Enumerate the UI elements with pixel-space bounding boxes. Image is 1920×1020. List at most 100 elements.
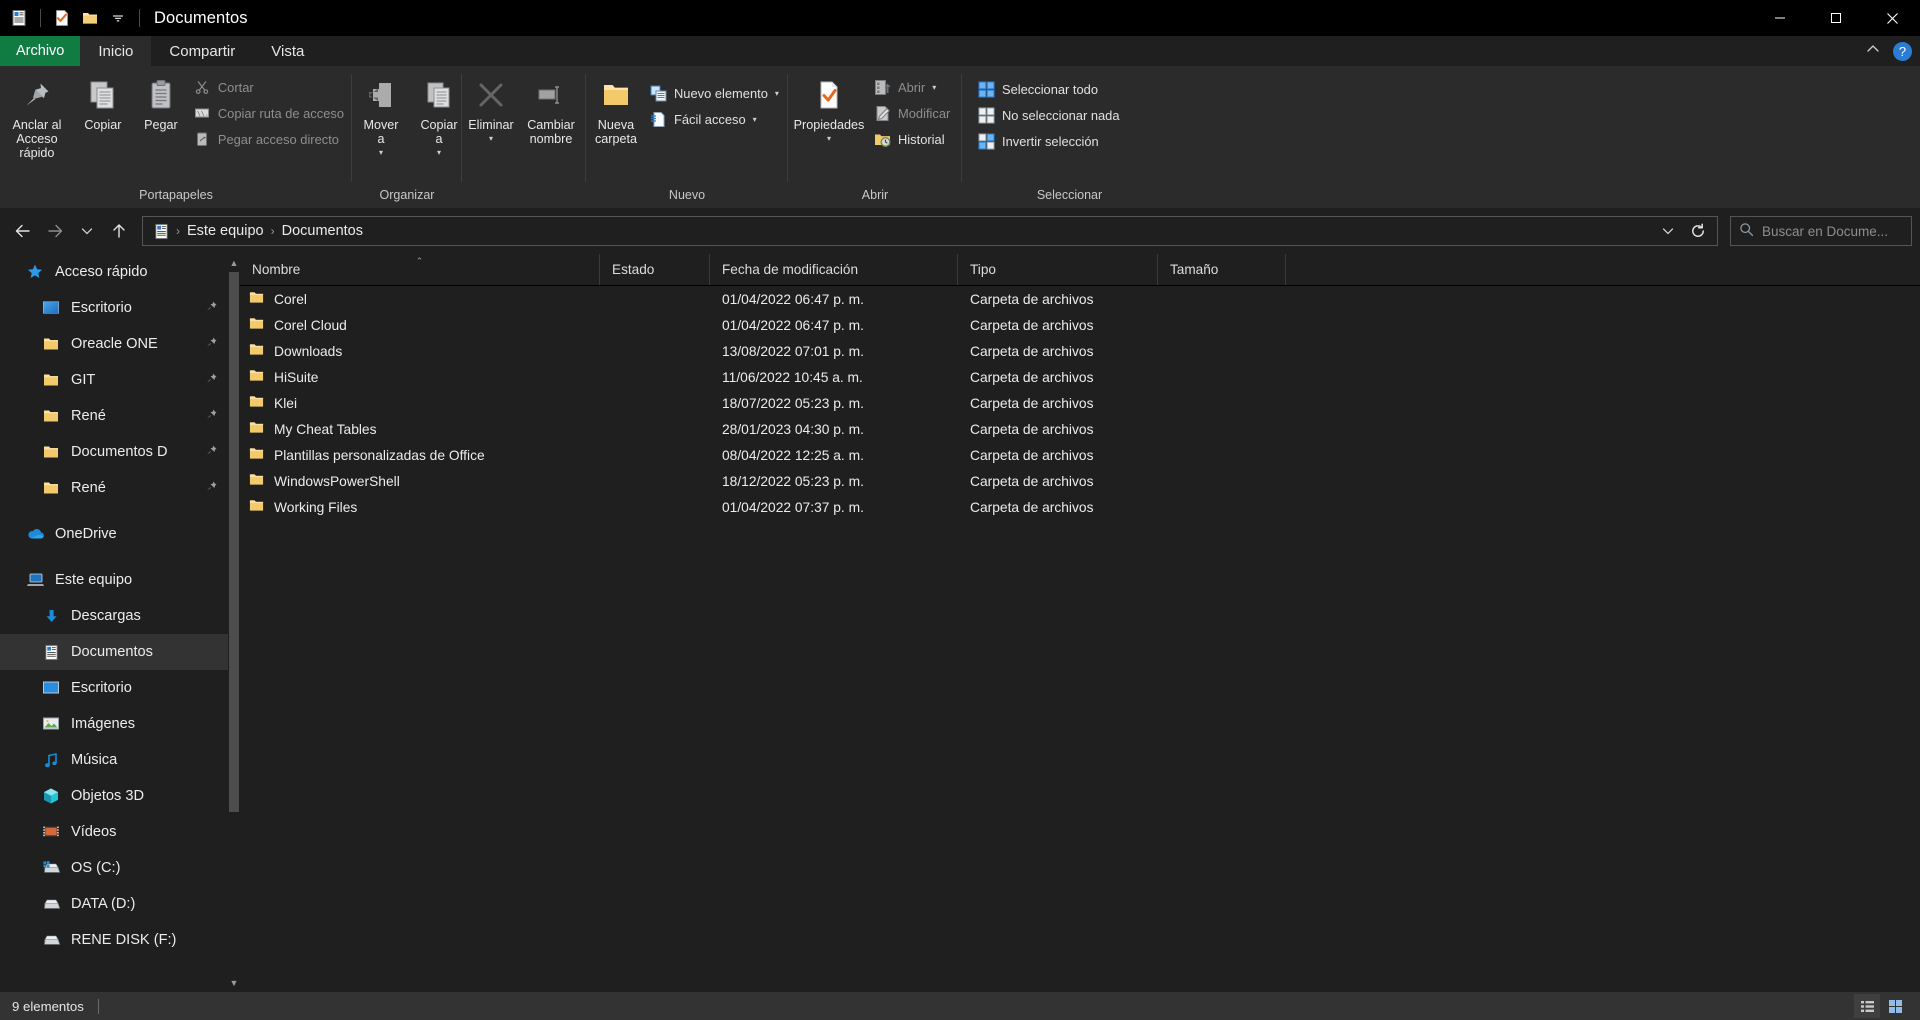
sidebar-item-rene-disk-f[interactable]: RENE DISK (F:) <box>0 922 230 958</box>
copy-to-button[interactable]: Copiar a ▾ <box>410 72 468 160</box>
pin-icon[interactable] <box>205 480 230 497</box>
breadcrumb-separator-1[interactable]: › <box>174 224 182 238</box>
search-input[interactable]: Buscar en Docume... <box>1730 216 1912 246</box>
delete-button[interactable]: Eliminar ▾ <box>462 72 520 146</box>
copy-button[interactable]: Copiar <box>74 72 132 132</box>
table-row[interactable]: Corel Cloud 01/04/2022 06:47 p. m. Carpe… <box>240 312 1920 338</box>
edit-button[interactable]: Modificar <box>870 100 958 126</box>
table-row[interactable]: HiSuite 11/06/2022 10:45 a. m. Carpeta d… <box>240 364 1920 390</box>
properties-check-icon[interactable] <box>49 5 75 31</box>
close-button[interactable] <box>1864 0 1920 36</box>
history-button[interactable]: Historial <box>870 126 958 152</box>
large-icons-view-icon[interactable] <box>1882 994 1908 1018</box>
sidebar-item-oreacle-one[interactable]: Oreacle ONE <box>0 326 230 362</box>
navigation-scrollbar[interactable]: ▲ ▼ <box>228 254 240 992</box>
maximize-button[interactable] <box>1808 0 1864 36</box>
documents-library-icon[interactable] <box>6 5 32 31</box>
sidebar-item-objetos-3d[interactable]: Objetos 3D <box>0 778 230 814</box>
easy-access-caret-icon[interactable]: ▾ <box>753 115 757 124</box>
new-item-button[interactable]: Nuevo elemento ▾ <box>646 80 787 106</box>
sidebar-item-descargas[interactable]: Descargas <box>0 598 230 634</box>
collapse-ribbon-icon[interactable] <box>1865 41 1881 62</box>
forward-button[interactable] <box>40 216 70 246</box>
table-row[interactable]: Plantillas personalizadas de Office 08/0… <box>240 442 1920 468</box>
select-none-button[interactable]: No seleccionar nada <box>974 102 1128 128</box>
pin-icon[interactable] <box>205 408 230 425</box>
table-row[interactable]: WindowsPowerShell 18/12/2022 05:23 p. m.… <box>240 468 1920 494</box>
copy-path-button[interactable]: \\.. Copiar ruta de acceso <box>190 100 352 126</box>
sidebar-item-musica[interactable]: Música <box>0 742 230 778</box>
column-header-tamano[interactable]: Tamaño <box>1158 254 1286 285</box>
open-caret-icon[interactable]: ▾ <box>932 83 936 92</box>
cut-button[interactable]: Cortar <box>190 74 352 100</box>
refresh-button[interactable] <box>1683 216 1713 246</box>
tab-vista[interactable]: Vista <box>253 36 322 66</box>
move-to-caret-icon[interactable]: ▾ <box>379 146 383 160</box>
invert-selection-button[interactable]: Invertir selección <box>974 128 1128 154</box>
move-to-button[interactable]: Mover a ▾ <box>352 72 410 160</box>
table-row[interactable]: Downloads 13/08/2022 07:01 p. m. Carpeta… <box>240 338 1920 364</box>
path-history-caret-icon[interactable] <box>1653 216 1683 246</box>
sidebar-item-escritorio-qa[interactable]: Escritorio <box>0 290 230 326</box>
pin-icon[interactable] <box>205 300 230 317</box>
rename-button[interactable]: Cambiar nombre <box>520 72 582 146</box>
table-row[interactable]: My Cheat Tables 28/01/2023 04:30 p. m. C… <box>240 416 1920 442</box>
sidebar-item-documentos-d[interactable]: Documentos D <box>0 434 230 470</box>
tab-compartir[interactable]: Compartir <box>151 36 253 66</box>
up-button[interactable] <box>104 216 134 246</box>
sidebar-item-git[interactable]: GIT <box>0 362 230 398</box>
select-all-button[interactable]: Seleccionar todo <box>974 76 1128 102</box>
customize-qat-caret-icon[interactable] <box>105 5 131 31</box>
breadcrumb-path-box[interactable]: › Este equipo › Documentos <box>142 216 1718 246</box>
paste-shortcut-button[interactable]: Pegar acceso directo <box>190 126 352 152</box>
scrollbar-thumb[interactable] <box>229 272 239 812</box>
recent-locations-button[interactable] <box>72 216 102 246</box>
cell-fecha: 01/04/2022 06:47 p. m. <box>722 317 864 333</box>
breadcrumb-este-equipo[interactable]: Este equipo <box>182 217 269 245</box>
column-header-fecha[interactable]: Fecha de modificación <box>710 254 958 285</box>
paste-button[interactable]: Pegar <box>132 72 190 132</box>
breadcrumb-documentos[interactable]: Documentos <box>277 217 368 245</box>
sidebar-item-imagenes[interactable]: Imágenes <box>0 706 230 742</box>
sidebar-item-data-d[interactable]: DATA (D:) <box>0 886 230 922</box>
table-row[interactable]: Klei 18/07/2022 05:23 p. m. Carpeta de a… <box>240 390 1920 416</box>
new-folder-button[interactable]: Nueva carpeta <box>586 72 646 146</box>
minimize-button[interactable] <box>1752 0 1808 36</box>
column-header-estado[interactable]: Estado <box>600 254 710 285</box>
sidebar-item-videos[interactable]: Vídeos <box>0 814 230 850</box>
open-button[interactable]: Abrir ▾ <box>870 74 958 100</box>
sidebar-item-rene-2[interactable]: René <box>0 470 230 506</box>
delete-caret-icon[interactable]: ▾ <box>489 132 493 146</box>
copy-to-caret-icon[interactable]: ▾ <box>437 146 441 160</box>
sidebar-item-rene-1[interactable]: René <box>0 398 230 434</box>
pin-icon[interactable] <box>205 336 230 353</box>
sidebar-item-onedrive[interactable]: OneDrive <box>0 516 230 552</box>
tab-archivo[interactable]: Archivo <box>0 36 81 66</box>
pin-to-quick-access-button[interactable]: Anclar al Acceso rápido <box>0 72 74 160</box>
cell-fecha: 18/07/2022 05:23 p. m. <box>722 395 864 411</box>
column-header-tipo[interactable]: Tipo <box>958 254 1158 285</box>
details-view-icon[interactable] <box>1854 994 1880 1018</box>
properties-caret-icon[interactable]: ▾ <box>827 132 831 146</box>
table-row[interactable]: Corel 01/04/2022 06:47 p. m. Carpeta de … <box>240 286 1920 312</box>
back-button[interactable] <box>8 216 38 246</box>
scroll-down-icon[interactable]: ▼ <box>228 974 240 992</box>
sidebar-item-este-equipo[interactable]: Este equipo <box>0 562 230 598</box>
nav-group-quick-access[interactable]: Acceso rápido <box>0 254 230 290</box>
properties-button[interactable]: Propiedades ▾ <box>788 72 870 146</box>
help-icon[interactable]: ? <box>1893 41 1912 61</box>
table-row[interactable]: Working Files 01/04/2022 07:37 p. m. Car… <box>240 494 1920 520</box>
sidebar-item-documentos[interactable]: Documentos <box>0 634 230 670</box>
new-folder-icon[interactable] <box>77 5 103 31</box>
file-name-label: WindowsPowerShell <box>274 473 400 489</box>
pin-icon[interactable] <box>205 444 230 461</box>
easy-access-button[interactable]: Fácil acceso ▾ <box>646 106 787 132</box>
breadcrumb-separator-2[interactable]: › <box>269 224 277 238</box>
column-header-nombre[interactable]: ⌃ Nombre <box>240 254 600 285</box>
sidebar-item-os-c[interactable]: OS (C:) <box>0 850 230 886</box>
sidebar-item-escritorio[interactable]: Escritorio <box>0 670 230 706</box>
pin-icon[interactable] <box>205 372 230 389</box>
new-item-caret-icon[interactable]: ▾ <box>775 89 779 98</box>
scroll-up-icon[interactable]: ▲ <box>228 254 240 272</box>
tab-inicio[interactable]: Inicio <box>80 36 152 66</box>
